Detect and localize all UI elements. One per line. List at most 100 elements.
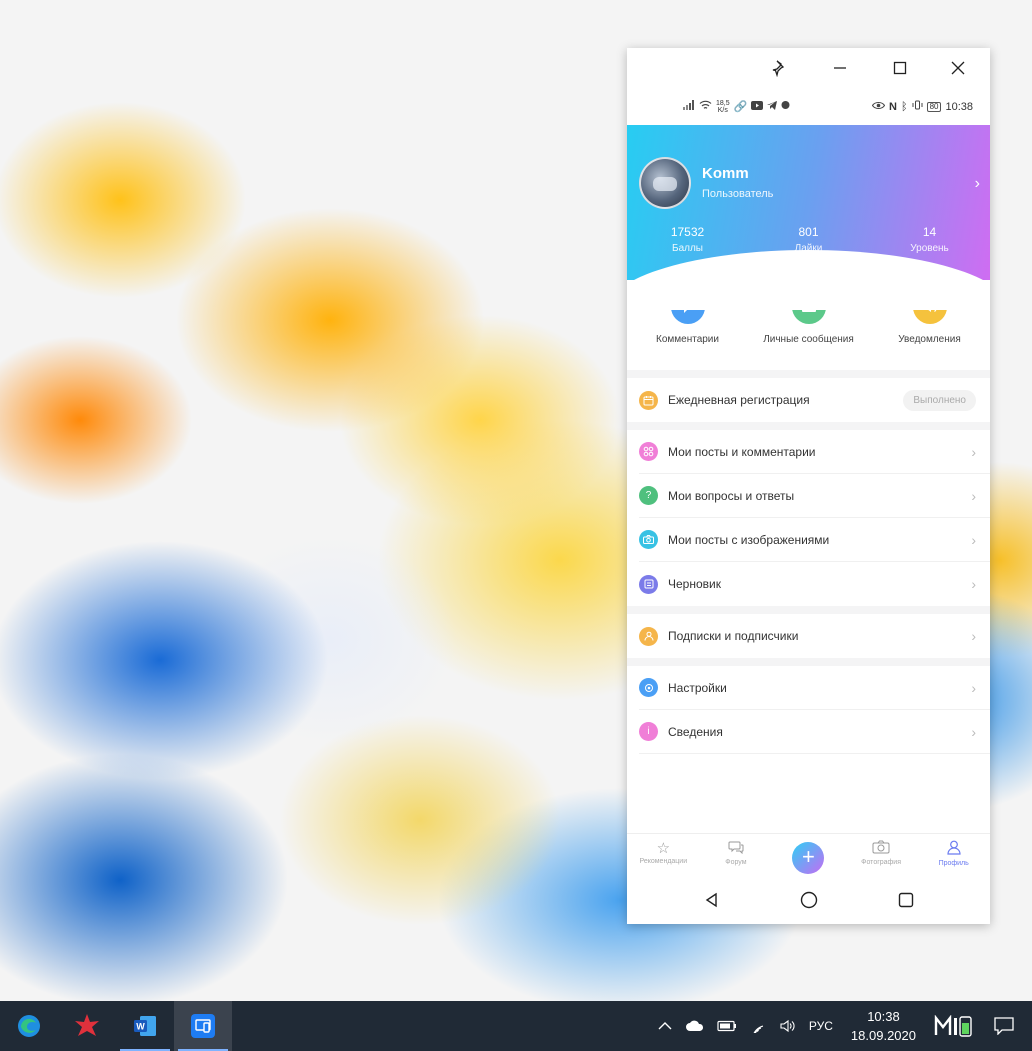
wifi-icon[interactable] <box>743 1019 773 1033</box>
maximize-icon <box>893 61 907 75</box>
nav-recommendations[interactable]: ☆ Рекомендации <box>627 834 700 877</box>
eye-icon <box>871 101 886 113</box>
status-badge[interactable]: Выполнено <box>903 389 976 411</box>
svg-text:W: W <box>136 1022 145 1032</box>
chevron-right-icon[interactable]: › <box>975 175 980 193</box>
user-role: Пользователь <box>702 188 774 200</box>
battery-icon[interactable] <box>711 1020 743 1032</box>
subscriptions-row[interactable]: Подписки и подписчики › <box>639 614 990 658</box>
volume-icon[interactable] <box>773 1019 803 1033</box>
star-icon: ☆ <box>656 840 671 857</box>
my-questions-row[interactable]: ? Мои вопросы и ответы › <box>639 474 990 518</box>
signal-icon <box>683 100 695 113</box>
quick-action-label: Личные сообщения <box>763 334 854 345</box>
row-label: Мои посты с изображениями <box>668 532 830 547</box>
section-divider <box>627 658 990 666</box>
nav-photography[interactable]: Фотография <box>845 834 918 877</box>
nav-label: Форум <box>725 859 747 866</box>
section-divider <box>627 370 990 378</box>
close-button[interactable] <box>946 56 970 80</box>
settings-row[interactable]: Настройки › <box>639 666 990 710</box>
minimize-button[interactable] <box>828 56 852 80</box>
row-label: Мои посты и комментарии <box>668 444 816 459</box>
camera-icon <box>639 530 658 549</box>
close-icon <box>951 61 965 75</box>
profile-header[interactable]: Komm Пользователь › 17532 Баллы 801 Лайк… <box>627 125 990 310</box>
back-icon <box>705 892 717 907</box>
app-button-red[interactable] <box>58 1001 116 1051</box>
taskbar-date: 18.09.2020 <box>850 1028 916 1043</box>
phone-mirror-window: 18,5 K/s 🔗 N ᛒ 80 10:38 Komm Пользовател… <box>627 48 990 924</box>
drafts-row[interactable]: Черновик › <box>639 562 990 606</box>
my-image-posts-row[interactable]: Мои посты с изображениями › <box>639 518 990 562</box>
row-label: Ежедневная регистрация <box>668 393 810 407</box>
speed-unit: K/s <box>717 106 728 114</box>
question-icon: ? <box>639 486 658 505</box>
profile-icon <box>917 840 990 860</box>
system-tray: РУС 10:38 18.09.2020 <box>651 1001 1032 1051</box>
forum-icon <box>700 840 773 859</box>
username: Komm <box>702 165 749 182</box>
camera-icon <box>845 840 918 859</box>
chevron-up-icon[interactable] <box>651 1021 679 1031</box>
info-row[interactable]: i Сведения › <box>639 710 990 754</box>
row-label: Подписки и подписчики <box>668 629 799 643</box>
taskbar-clock[interactable]: 10:38 18.09.2020 <box>839 1007 928 1045</box>
window-titlebar[interactable] <box>627 48 990 88</box>
wifi-icon <box>699 100 712 113</box>
info-icon: i <box>639 722 658 741</box>
calendar-icon <box>639 390 658 410</box>
phone-mirror-taskbar-button[interactable] <box>174 1001 232 1051</box>
telegram-icon <box>767 100 778 113</box>
daily-checkin-row[interactable]: Ежедневная регистрация Выполнено <box>639 378 990 422</box>
android-status-bar: 18,5 K/s 🔗 N ᛒ 80 10:38 <box>627 88 990 125</box>
row-label: Сведения <box>668 724 723 739</box>
taskbar-time: 10:38 <box>867 1009 900 1024</box>
grid-icon <box>639 442 658 461</box>
pin-icon[interactable] <box>768 56 792 80</box>
row-label: Настройки <box>668 680 727 695</box>
chevron-right-icon: › <box>971 679 976 696</box>
my-posts-row[interactable]: Мои посты и комментарии › <box>639 430 990 474</box>
word-button[interactable]: W <box>116 1001 174 1051</box>
bottom-navigation: ☆ Рекомендации Форум + Фотография Профил… <box>627 833 990 877</box>
nav-forum[interactable]: Форум <box>700 834 773 877</box>
chevron-right-icon: › <box>971 531 976 548</box>
input-language[interactable]: РУС <box>803 1019 839 1033</box>
phone-link-icon <box>191 1014 215 1038</box>
nav-profile[interactable]: Профиль <box>917 834 990 877</box>
notifications-icon[interactable] <box>980 1017 1032 1035</box>
stat-label: Уровень <box>910 243 949 254</box>
plus-icon: + <box>792 842 825 874</box>
edge-button[interactable] <box>0 1001 58 1051</box>
windows-taskbar: W РУС 10:38 18.09.2020 <box>0 1001 1032 1051</box>
avatar[interactable] <box>639 157 691 209</box>
recents-button[interactable] <box>898 892 914 913</box>
tray-app-icon[interactable] <box>928 1015 980 1037</box>
chat-icon <box>781 100 790 113</box>
minimize-icon <box>834 67 846 69</box>
chevron-right-icon: › <box>971 443 976 460</box>
recents-icon <box>898 892 913 907</box>
home-icon <box>800 891 817 908</box>
cloud-icon[interactable] <box>679 1020 711 1032</box>
section-divider <box>627 606 990 614</box>
row-label: Черновик <box>668 577 721 591</box>
home-button[interactable] <box>800 891 818 914</box>
edge-icon <box>18 1015 40 1037</box>
stat-label: Баллы <box>672 243 703 254</box>
network-speed: 18,5 K/s <box>716 100 730 114</box>
chevron-right-icon: › <box>971 576 976 592</box>
youtube-icon <box>751 100 764 113</box>
battery-indicator: 80 <box>926 101 942 112</box>
nav-label: Профиль <box>938 860 969 867</box>
back-button[interactable] <box>704 892 720 913</box>
stat-points[interactable]: 17532 Баллы <box>627 225 748 254</box>
system-navigation-bar <box>627 880 990 924</box>
chevron-right-icon: › <box>971 723 976 740</box>
quick-action-label: Комментарии <box>656 334 719 345</box>
stat-level[interactable]: 14 Уровень <box>869 225 990 254</box>
nav-create[interactable]: + <box>772 834 845 877</box>
stat-value: 14 <box>922 225 937 239</box>
maximize-button[interactable] <box>888 56 912 80</box>
